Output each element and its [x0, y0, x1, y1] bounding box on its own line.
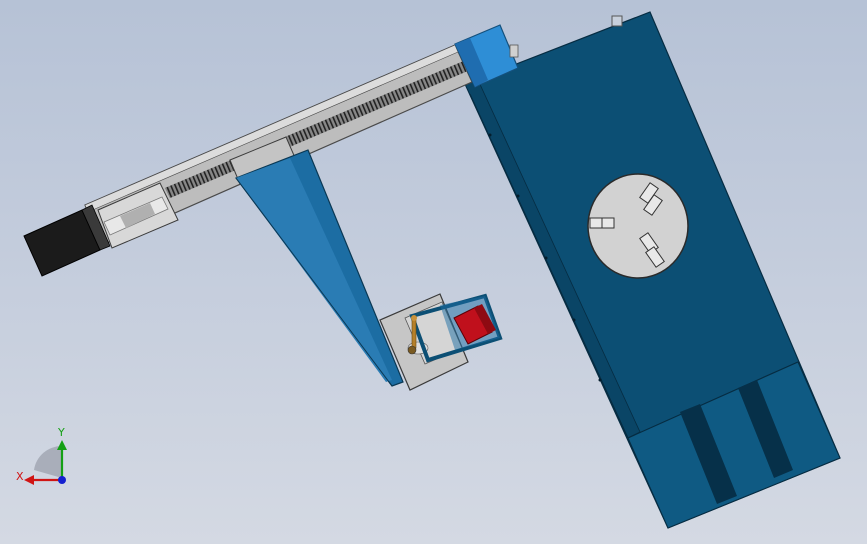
stepper-motor[interactable]: [23, 204, 111, 277]
triangular-bracket[interactable]: [235, 149, 404, 387]
y-axis-label: Y: [57, 426, 65, 439]
assembly-model[interactable]: Y X: [0, 0, 867, 544]
coordinate-triad-icon: Y X: [16, 426, 67, 485]
cad-viewport[interactable]: Y X: [0, 0, 867, 544]
x-axis-label: X: [16, 470, 24, 483]
turntable[interactable]: [587, 173, 689, 279]
